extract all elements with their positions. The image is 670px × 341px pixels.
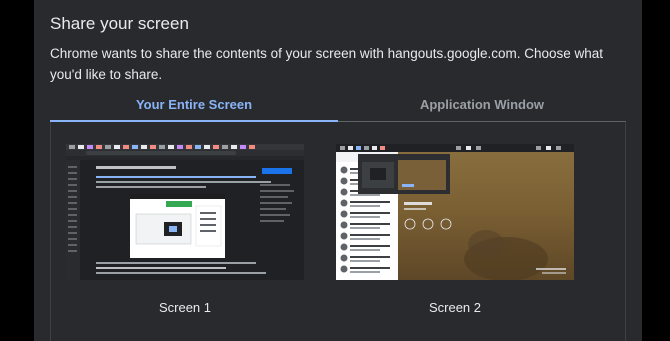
- desktop-wallpaper-preview: [336, 144, 574, 280]
- screen-list-panel: Screen 1 Screen 2: [50, 122, 626, 341]
- share-screen-dialog: Share your screen Chrome wants to share …: [34, 0, 642, 341]
- tab-entire-screen[interactable]: Your Entire Screen: [50, 94, 338, 122]
- tab-application-window[interactable]: Application Window: [338, 94, 626, 122]
- screen-2-label[interactable]: Screen 2: [336, 300, 574, 315]
- dialog-title: Share your screen: [50, 14, 189, 33]
- screen-1-label[interactable]: Screen 1: [66, 300, 304, 315]
- tab-bar: Your Entire Screen Application Window: [50, 94, 626, 122]
- dialog-description: Chrome wants to share the contents of yo…: [50, 46, 604, 82]
- screen-2-thumbnail[interactable]: [336, 144, 574, 280]
- browser-window-preview: [66, 144, 304, 280]
- screen-1-thumbnail[interactable]: [66, 144, 304, 280]
